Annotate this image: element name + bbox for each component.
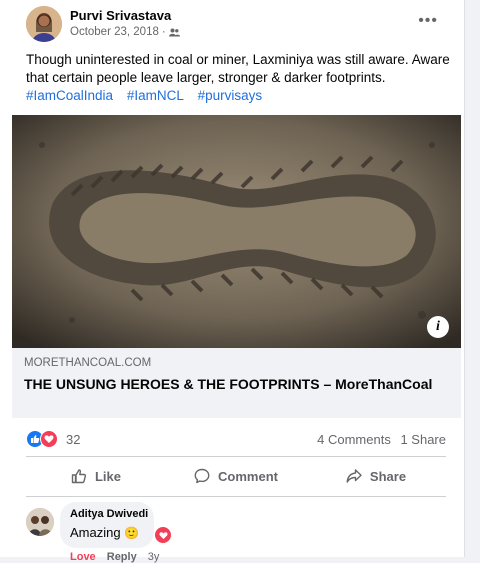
comment-body: Amazing [70, 525, 121, 540]
divider [26, 496, 446, 497]
commenter-avatar[interactable] [26, 508, 54, 536]
comment-label: Comment [218, 468, 278, 484]
reaction-count[interactable]: 32 [66, 432, 80, 447]
link-title[interactable]: THE UNSUNG HEROES & THE FOOTPRINTS – Mor… [24, 375, 444, 393]
post-card: Purvi Srivastava October 23, 2018 · ••• … [0, 0, 466, 563]
commenter-name[interactable]: Aditya Dwivedi [70, 508, 148, 520]
reaction-icons[interactable] [26, 430, 58, 448]
comment-reply-link[interactable]: Reply [107, 551, 137, 563]
footprint-image [12, 115, 461, 348]
comment-text: Amazing 🙂 [70, 525, 139, 540]
like-button[interactable]: Like [26, 458, 166, 494]
commenter-avatar-image [26, 508, 54, 536]
post-text: Though uninterested in coal or miner, La… [26, 52, 450, 85]
post-meta: October 23, 2018 · [70, 26, 180, 38]
comment-actions: Love Reply 3y [70, 551, 167, 563]
engagement-counts: 4 Comments 1 Share [311, 432, 446, 447]
action-bar: Like Comment Share [26, 458, 446, 494]
smile-emoji-icon: 🙂 [124, 526, 140, 540]
link-preview-image[interactable]: i [12, 115, 461, 348]
post-header: Purvi Srivastava October 23, 2018 · ••• [26, 6, 464, 46]
divider [26, 456, 446, 457]
comment-love-link[interactable]: Love [70, 551, 96, 563]
thumbs-up-icon [71, 469, 87, 484]
post-date[interactable]: October 23, 2018 [70, 26, 159, 38]
more-options-icon[interactable]: ••• [418, 12, 438, 30]
info-icon[interactable]: i [427, 316, 449, 338]
comment-count[interactable]: 4 Comments [317, 432, 391, 447]
like-label: Like [94, 468, 121, 484]
link-domain: MORETHANCOAL.COM [24, 357, 152, 369]
author-name[interactable]: Purvi Srivastava [70, 8, 171, 23]
hashtag-link[interactable]: #IamNCL [127, 88, 184, 103]
share-count[interactable]: 1 Share [400, 432, 446, 447]
hashtag-link[interactable]: #purvisays [198, 88, 263, 103]
share-button[interactable]: Share [306, 458, 446, 494]
speech-bubble-icon [194, 468, 210, 484]
comment-item: Aditya Dwivedi Amazing 🙂 Love Reply 3y [26, 502, 466, 563]
post-stats: 32 4 Comments 1 Share [26, 430, 446, 450]
friends-icon[interactable] [168, 28, 180, 37]
hashtag-row: #IamCoalIndia #IamNCL #purvisays [26, 88, 272, 103]
author-avatar[interactable] [26, 6, 62, 42]
share-label: Share [369, 468, 407, 484]
comment-time[interactable]: 3y [148, 551, 160, 563]
comment-bubble: Aditya Dwivedi Amazing 🙂 [60, 502, 154, 548]
link-preview-box[interactable]: MORETHANCOAL.COM THE UNSUNG HEROES & THE… [12, 348, 461, 418]
author-avatar-image [26, 6, 62, 42]
hashtag-link[interactable]: #IamCoalIndia [26, 88, 113, 103]
comment-love-reaction-icon[interactable] [154, 526, 172, 544]
meta-separator: · [161, 26, 166, 38]
love-reaction-icon [40, 430, 58, 448]
share-arrow-icon [346, 469, 362, 483]
comment-button[interactable]: Comment [166, 458, 306, 494]
